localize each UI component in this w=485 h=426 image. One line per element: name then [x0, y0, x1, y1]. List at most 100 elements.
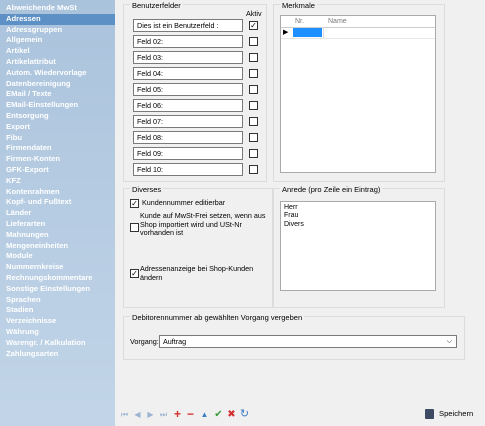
sidebar-item[interactable]: Sonstige Einstellungen — [0, 284, 115, 295]
sidebar-item[interactable]: EMail-Einstellungen — [0, 100, 115, 111]
benutzerfeld-input[interactable]: Feld 08: — [133, 131, 243, 144]
benutzerfeld-input[interactable]: Feld 09: — [133, 147, 243, 160]
adressenanzeige-checkbox[interactable]: ✓ — [130, 269, 139, 278]
benutzerfeld-input[interactable]: Feld 06: — [133, 99, 243, 112]
anrede-entry: Herr — [284, 204, 298, 211]
sidebar-item[interactable]: Rechnungskommentare — [0, 273, 115, 284]
sidebar-item[interactable]: Fibu — [0, 133, 115, 144]
sidebar-item[interactable]: Sprachen — [0, 295, 115, 306]
benutzerfeld-aktiv-checkbox[interactable] — [249, 53, 258, 62]
group-merkmale: Merkmale Nr. Name ▶ — [273, 1, 445, 182]
delete-icon[interactable]: − — [185, 408, 196, 420]
benutzerfeld-input[interactable]: Dies ist ein Benutzerfeld : — [133, 19, 243, 32]
refresh-icon[interactable]: ↻ — [239, 409, 250, 420]
benutzerfeld-aktiv-checkbox[interactable] — [249, 149, 258, 158]
benutzerfeld-aktiv-checkbox[interactable] — [249, 101, 258, 110]
save-button[interactable]: Speichern — [423, 408, 481, 422]
sidebar-item[interactable]: Datenbereinigung — [0, 79, 115, 90]
sidebar-item[interactable]: Adressen — [0, 13, 115, 25]
benutzerfeld-input[interactable]: Feld 03: — [133, 51, 243, 64]
kundennummer-editierbar-checkbox[interactable]: ✓ — [130, 199, 139, 208]
adressenanzeige-label: Adressenanzeige bei Shop-Kunden ändern — [140, 264, 254, 282]
sidebar-item[interactable]: Warengr. / Kalkulation — [0, 338, 115, 349]
sidebar-item[interactable]: Währung — [0, 327, 115, 338]
sidebar-item[interactable]: Zahlungsarten — [0, 349, 115, 360]
add-icon[interactable]: + — [172, 408, 183, 420]
confirm-icon[interactable]: ✔ — [213, 409, 224, 420]
sidebar-item[interactable]: Verzeichnisse — [0, 316, 115, 327]
benutzerfeld-input[interactable]: Feld 02: — [133, 35, 243, 48]
benutzerfeld-input[interactable]: Feld 10: — [133, 163, 243, 176]
col-name-header[interactable]: Name — [328, 16, 347, 27]
sidebar-item[interactable]: Allgemein — [0, 35, 115, 46]
merkmale-cell-nr[interactable] — [293, 28, 322, 37]
merkmale-grid[interactable]: Nr. Name ▶ — [280, 15, 436, 173]
last-record-icon[interactable]: ⏭ — [158, 409, 169, 420]
benutzerfeld-aktiv-checkbox[interactable] — [249, 117, 258, 126]
benutzerfeld-input[interactable]: Feld 04: — [133, 67, 243, 80]
mwst-frei-checkbox[interactable] — [130, 223, 139, 232]
benutzerfeld-input[interactable]: Feld 05: — [133, 83, 243, 96]
benutzerfeld-aktiv-checkbox[interactable] — [249, 85, 258, 94]
cancel-icon[interactable]: ✖ — [226, 409, 237, 420]
sidebar-item[interactable]: Abweichende MwSt — [0, 3, 115, 14]
sidebar-item[interactable]: Nummernkreise — [0, 262, 115, 273]
sidebar-item[interactable]: Lieferarten — [0, 219, 115, 230]
first-record-icon[interactable]: ⏮ — [119, 409, 130, 420]
vorgang-select-value: Auftrag — [163, 337, 187, 346]
main-panel: Benutzerfelder Aktiv Dies ist ein Benutz… — [119, 0, 485, 426]
merkmale-cell-name[interactable] — [323, 27, 324, 38]
bottom-toolbar: ⏮ ◀ ▶ ⏭ + − ▲ ✔ ✖ ↻ Speichern — [119, 405, 485, 426]
move-up-icon[interactable]: ▲ — [199, 409, 210, 420]
next-record-icon[interactable]: ▶ — [145, 409, 156, 420]
group-diverses: Diverses ✓ Kundennummer editierbar Kunde… — [123, 185, 273, 308]
sidebar-item[interactable]: Länder — [0, 208, 115, 219]
anrede-entry: Divers — [284, 220, 304, 228]
sidebar-item[interactable]: EMail / Texte — [0, 89, 115, 100]
group-title-diverses: Diverses — [130, 185, 164, 194]
sidebar-item[interactable]: Firmendaten — [0, 143, 115, 154]
sidebar: Abweichende MwSt Adressen Adressgruppen All… — [0, 0, 115, 426]
merkmale-row[interactable]: ▶ — [281, 27, 435, 39]
sidebar-item[interactable]: Firmen-Konten — [0, 154, 115, 165]
sidebar-item[interactable]: Stadien — [0, 305, 115, 316]
save-icon — [425, 409, 434, 419]
group-benutzerfelder: Benutzerfelder Aktiv Dies ist ein Benutz… — [123, 1, 267, 182]
benutzerfeld-aktiv-checkbox[interactable] — [249, 37, 258, 46]
vorgang-label: Vorgang: — [130, 337, 159, 346]
anrede-entry: Frau — [284, 212, 299, 220]
sidebar-item[interactable]: Module — [0, 251, 115, 262]
sidebar-item[interactable]: Artikelattribut — [0, 57, 115, 68]
benutzerfeld-aktiv-checkbox[interactable]: ✓ — [249, 21, 258, 30]
vorgang-select[interactable]: Auftrag ⌵ — [159, 335, 457, 348]
save-button-label: Speichern — [439, 409, 474, 418]
previous-record-icon[interactable]: ◀ — [132, 409, 143, 420]
sidebar-item[interactable]: Adressgruppen — [0, 25, 115, 36]
benutzerfeld-aktiv-checkbox[interactable] — [249, 165, 258, 174]
mwst-frei-label: Kunde auf MwSt-Frei setzen, wenn aus Sho… — [140, 211, 266, 237]
group-debitorennummer: Debitorennummer ab gewählten Vorgang ver… — [123, 313, 465, 360]
group-title-merkmale: Merkmale — [280, 1, 317, 10]
sidebar-item[interactable]: Autom. Wiedervorlage — [0, 68, 115, 79]
chevron-down-icon[interactable]: ⌵ — [447, 336, 452, 347]
sidebar-item[interactable]: Entsorgung — [0, 111, 115, 122]
aktiv-label: Aktiv — [246, 9, 262, 18]
row-marker-icon: ▶ — [283, 29, 289, 36]
sidebar-item[interactable]: Mengeneinheiten — [0, 241, 115, 252]
sidebar-item[interactable]: Kontenrahmen — [0, 187, 115, 198]
sidebar-item[interactable]: Kopf- und Fußtext — [0, 197, 115, 208]
kundennummer-editierbar-label: Kundennummer editierbar — [142, 198, 226, 207]
anrede-textarea[interactable]: Herr Frau Divers — [280, 201, 436, 291]
benutzerfeld-input[interactable]: Feld 07: — [133, 115, 243, 128]
group-title-anrede: Anrede (pro Zeile ein Eintrag) — [280, 185, 383, 194]
sidebar-item[interactable]: KFZ — [0, 176, 115, 187]
col-nr-header[interactable]: Nr. — [295, 16, 304, 27]
sidebar-item[interactable]: Export — [0, 122, 115, 133]
group-anrede: Anrede (pro Zeile ein Eintrag) Herr Frau D… — [273, 185, 445, 308]
sidebar-item[interactable]: Artikel — [0, 46, 115, 57]
benutzerfeld-aktiv-checkbox[interactable] — [249, 69, 258, 78]
sidebar-item[interactable]: Mahnungen — [0, 230, 115, 241]
sidebar-item[interactable]: GFK-Export — [0, 165, 115, 176]
group-title-debitorennummer: Debitorennummer ab gewählten Vorgang ver… — [130, 313, 305, 322]
benutzerfeld-aktiv-checkbox[interactable] — [249, 133, 258, 142]
